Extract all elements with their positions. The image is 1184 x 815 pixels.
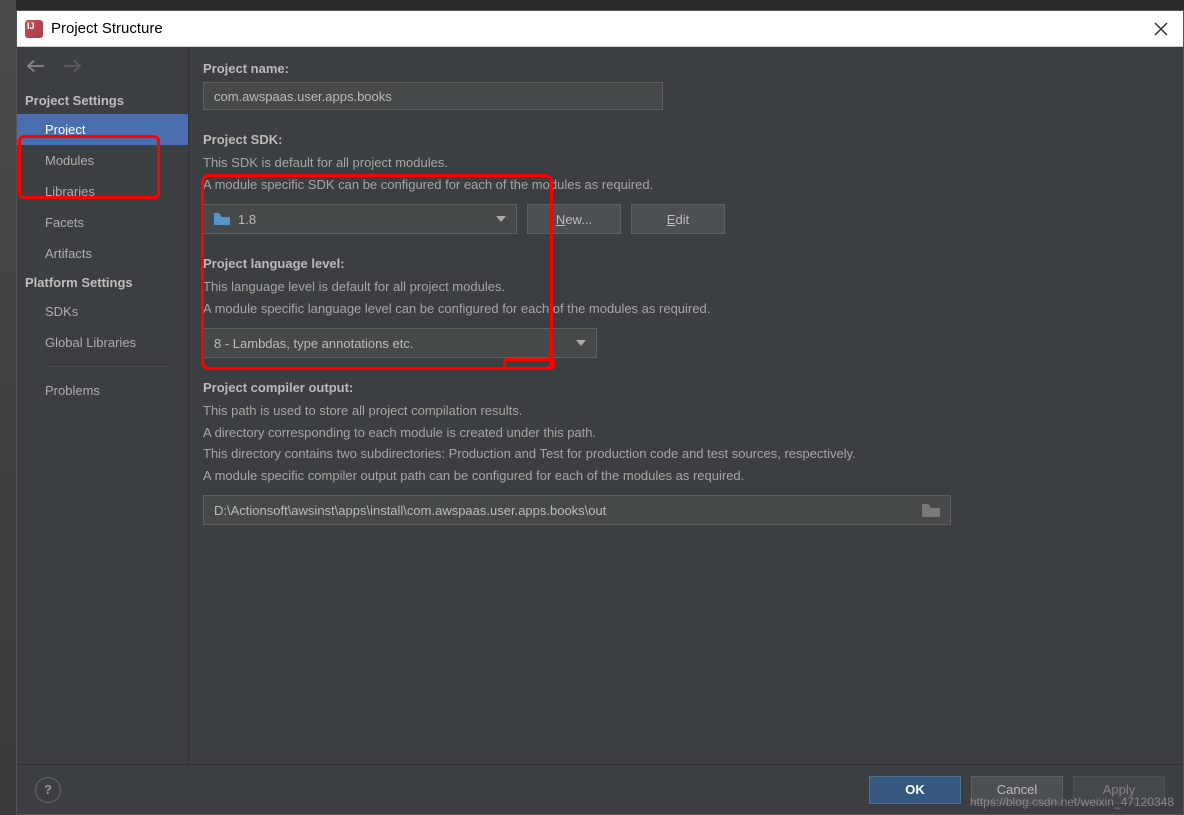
window-title: Project Structure	[51, 20, 163, 37]
help-button[interactable]: ?	[35, 777, 61, 803]
nav-back-icon[interactable]	[27, 59, 45, 73]
chevron-down-icon	[496, 216, 506, 222]
sidebar-item-artifacts[interactable]: Artifacts	[17, 238, 188, 269]
sidebar-item-sdks[interactable]: SDKs	[17, 296, 188, 327]
out-help-2: A directory corresponding to each module…	[203, 423, 1161, 443]
sdk-folder-icon	[214, 213, 230, 225]
lang-help-1: This language level is default for all p…	[203, 277, 1161, 297]
sdk-help-2: A module specific SDK can be configured …	[203, 175, 1161, 195]
titlebar-left: Project Structure	[25, 20, 163, 38]
nav-forward-icon[interactable]	[63, 59, 81, 73]
background-strip	[0, 0, 16, 815]
new-sdk-button[interactable]: New...	[527, 204, 621, 234]
out-help-3: This directory contains two subdirectori…	[203, 444, 1161, 464]
sdk-help-1: This SDK is default for all project modu…	[203, 153, 1161, 173]
folder-icon[interactable]	[922, 503, 940, 517]
watermark-text: https://blog.csdn.net/weixin_47120348	[970, 795, 1174, 809]
sidebar-item-libraries[interactable]: Libraries	[17, 176, 188, 207]
sidebar-item-problems[interactable]: Problems	[17, 375, 188, 406]
sidebar-item-facets[interactable]: Facets	[17, 207, 188, 238]
out-help-1: This path is used to store all project c…	[203, 401, 1161, 421]
compiler-output-input[interactable]	[214, 503, 922, 518]
sidebar: Project Settings Project Modules Librari…	[17, 47, 189, 764]
project-structure-dialog: Project Structure Project Settings Proje…	[16, 10, 1184, 815]
project-sdk-label: Project SDK:	[203, 132, 1161, 147]
main-panel: Project name: Project SDK: This SDK is d…	[189, 47, 1183, 764]
project-name-input[interactable]	[203, 82, 663, 110]
lang-help-2: A module specific language level can be …	[203, 299, 1161, 319]
sidebar-item-project[interactable]: Project	[17, 114, 188, 145]
section-platform-settings: Platform Settings	[17, 269, 188, 296]
close-icon[interactable]	[1153, 21, 1169, 37]
dialog-body: Project Settings Project Modules Librari…	[17, 47, 1183, 764]
lang-level-label: Project language level:	[203, 256, 1161, 271]
titlebar: Project Structure	[17, 11, 1183, 47]
ok-button[interactable]: OK	[869, 776, 961, 804]
edit-sdk-button[interactable]: Edit	[631, 204, 725, 234]
sidebar-separator	[45, 366, 170, 367]
sdk-value: 1.8	[238, 212, 256, 227]
project-sdk-dropdown[interactable]: 1.8	[203, 204, 517, 234]
project-name-label: Project name:	[203, 61, 1161, 76]
lang-level-value: 8 - Lambdas, type annotations etc.	[214, 336, 413, 351]
out-help-4: A module specific compiler output path c…	[203, 466, 1161, 486]
sidebar-item-global-libraries[interactable]: Global Libraries	[17, 327, 188, 358]
compiler-out-label: Project compiler output:	[203, 380, 1161, 395]
intellij-icon	[25, 20, 43, 38]
compiler-output-field[interactable]	[203, 495, 951, 525]
chevron-down-icon	[576, 340, 586, 346]
section-project-settings: Project Settings	[17, 87, 188, 114]
sidebar-item-modules[interactable]: Modules	[17, 145, 188, 176]
lang-level-dropdown[interactable]: 8 - Lambdas, type annotations etc.	[203, 328, 597, 358]
